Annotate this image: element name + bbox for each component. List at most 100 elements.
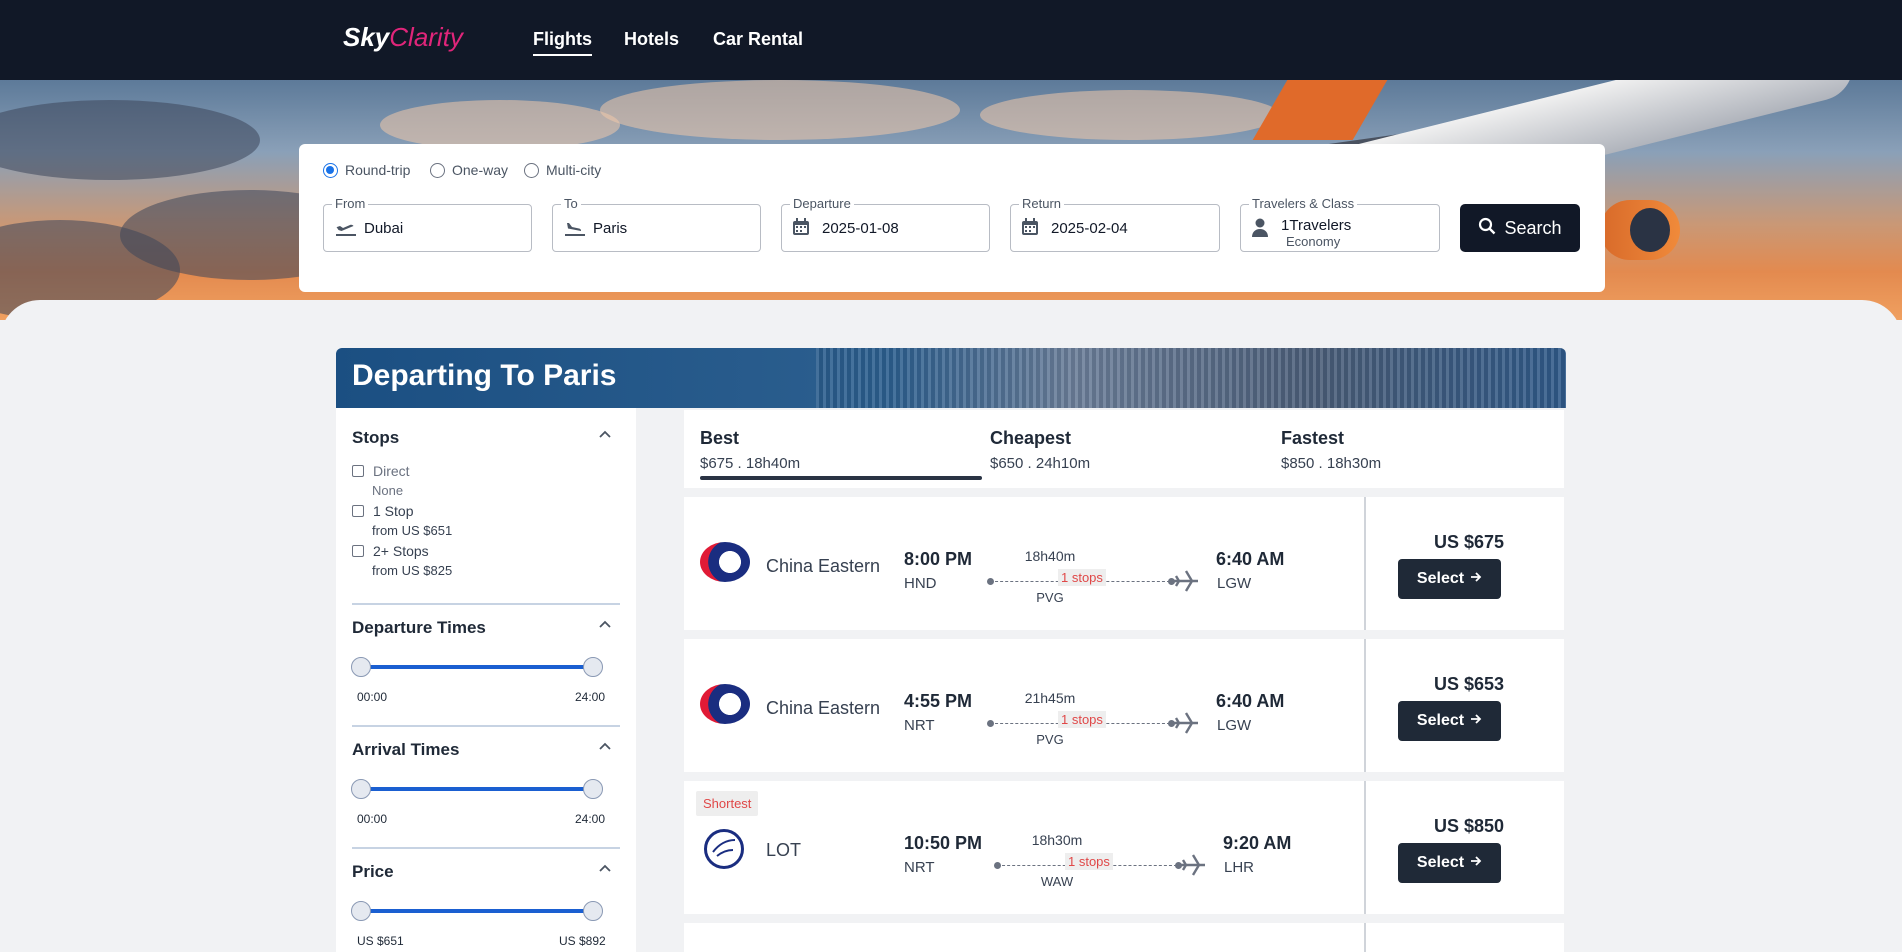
- checkbox-1-stop[interactable]: [352, 505, 364, 517]
- trip-type-round-trip[interactable]: Round-trip: [323, 162, 410, 178]
- nav-link-hotels[interactable]: Hotels: [624, 29, 679, 50]
- layover-airport: PVG: [1036, 732, 1064, 747]
- chevron-up-icon[interactable]: [598, 860, 612, 876]
- arrow-right-icon: [1470, 712, 1482, 730]
- arrival-airport: LGW: [1217, 717, 1252, 734]
- departure-times-title: Departure Times: [352, 618, 486, 637]
- logo-text-clarity: Clarity: [389, 22, 463, 52]
- price-min-label: US $651: [357, 934, 404, 948]
- flight-result-card[interactable]: China Eastern 8:00 PM HND 18h40m 1 stops…: [684, 497, 1564, 630]
- departure-slider-min-handle[interactable]: [351, 657, 371, 677]
- filter-divider: [352, 847, 620, 849]
- from-label: From: [332, 196, 369, 211]
- route-start-dot: [987, 720, 994, 727]
- price-slider-max-handle[interactable]: [583, 901, 603, 921]
- arrival-times-title: Arrival Times: [352, 740, 460, 759]
- flight-result-card-partial[interactable]: [684, 923, 1564, 952]
- plane-icon: [1172, 710, 1200, 740]
- select-flight-button[interactable]: Select: [1398, 843, 1501, 883]
- departure-slider-track[interactable]: [360, 665, 592, 669]
- select-flight-button[interactable]: Select: [1398, 559, 1501, 599]
- checkbox-2-plus[interactable]: [352, 545, 364, 557]
- search-button-label: Search: [1504, 217, 1562, 238]
- flight-result-card[interactable]: China Eastern 4:55 PM NRT 21h45m 1 stops…: [684, 639, 1564, 772]
- chevron-up-icon[interactable]: [598, 738, 612, 754]
- flight-result-card[interactable]: Shortest LOT 10:50 PM NRT 18h30m 1 stops…: [684, 781, 1564, 914]
- departure-airport: NRT: [904, 859, 935, 876]
- arrow-right-icon: [1470, 570, 1482, 588]
- chevron-up-icon[interactable]: [598, 616, 612, 632]
- plane-departure-icon: [334, 218, 356, 238]
- departure-airport: NRT: [904, 717, 935, 734]
- tab-fastest[interactable]: Fastest $850 . 18h30m: [1281, 428, 1381, 472]
- checkbox-direct[interactable]: [352, 465, 364, 477]
- tab-fastest-sub: $850 . 18h30m: [1281, 455, 1382, 472]
- radio-round-trip[interactable]: [323, 162, 338, 178]
- logo-text-sky: Sky: [343, 22, 390, 52]
- to-value: Paris: [593, 220, 628, 237]
- airline-name: LOT: [766, 840, 802, 860]
- arrival-time: 6:40 AM: [1216, 549, 1285, 569]
- departure-date-field[interactable]: Departure 2025-01-08: [781, 196, 990, 252]
- departure-slider-max-handle[interactable]: [583, 657, 603, 677]
- radio-one-way[interactable]: [430, 162, 445, 178]
- departure-value: 2025-01-08: [822, 220, 899, 237]
- flight-duration: 21h45m: [1024, 690, 1076, 706]
- nav-link-flights[interactable]: Flights: [533, 29, 592, 56]
- stops-badge: 1 stops: [1058, 569, 1106, 586]
- flight-duration: 18h40m: [1024, 548, 1076, 564]
- results-title: Departing To Paris: [352, 359, 617, 392]
- airline-name: China Eastern: [766, 698, 881, 718]
- arrival-time: 9:20 AM: [1223, 833, 1292, 853]
- card-divider: [1364, 639, 1366, 772]
- nav-link-car-rental[interactable]: Car Rental: [713, 29, 803, 50]
- arrival-max-label: 24:00: [575, 812, 606, 826]
- select-button-label: Select: [1416, 712, 1465, 729]
- tab-cheapest-sub: $650 . 24h10m: [990, 455, 1091, 472]
- tab-best[interactable]: Best $675 . 18h40m: [700, 428, 800, 472]
- price-slider-track[interactable]: [360, 909, 592, 913]
- departure-airport: HND: [904, 575, 937, 592]
- radio-multi-city[interactable]: [524, 162, 539, 178]
- from-field[interactable]: From Dubai: [323, 196, 532, 252]
- filters-sidebar: Stops Direct None 1 Stop from US $651 2+…: [336, 408, 636, 952]
- 1-stop-label: 1 Stop: [373, 503, 414, 519]
- to-field[interactable]: To Paris: [552, 196, 761, 252]
- travelers-value: 1Travelers: [1281, 217, 1352, 234]
- stops-option-direct[interactable]: Direct: [352, 463, 410, 479]
- round-trip-label: Round-trip: [345, 162, 411, 178]
- tab-cheapest[interactable]: Cheapest $650 . 24h10m: [990, 428, 1090, 472]
- sort-tabs: Best $675 . 18h40m Cheapest $650 . 24h10…: [684, 410, 1564, 488]
- plane-icon: [1179, 852, 1207, 882]
- departure-time: 10:50 PM: [904, 833, 983, 853]
- china-eastern-logo-icon: [700, 542, 750, 582]
- route-start-dot: [994, 862, 1001, 869]
- trip-type-multi-city[interactable]: Multi-city: [524, 162, 601, 178]
- stops-option-2-plus[interactable]: 2+ Stops: [352, 543, 429, 559]
- to-label: To: [561, 196, 581, 211]
- price-slider-min-handle[interactable]: [351, 901, 371, 921]
- arrival-slider-min-handle[interactable]: [351, 779, 371, 799]
- price-filter-title: Price: [352, 862, 394, 881]
- route-start-dot: [987, 578, 994, 585]
- tab-cheapest-name: Cheapest: [990, 428, 1072, 448]
- layover-airport: PVG: [1036, 590, 1064, 605]
- departure-max-label: 24:00: [575, 690, 606, 704]
- arrival-slider-max-handle[interactable]: [583, 779, 603, 799]
- stops-filter-title: Stops: [352, 428, 400, 447]
- stops-badge: 1 stops: [1058, 711, 1106, 728]
- trip-type-one-way[interactable]: One-way: [430, 162, 508, 178]
- stops-option-1-stop[interactable]: 1 Stop: [352, 503, 413, 519]
- travelers-class-field[interactable]: Travelers & Class 1Travelers Economy: [1240, 196, 1440, 252]
- active-tab-indicator: [700, 476, 982, 480]
- filter-divider: [352, 725, 620, 727]
- brand-logo[interactable]: SkyClarity: [343, 22, 463, 53]
- arrival-slider-track[interactable]: [360, 787, 592, 791]
- select-flight-button[interactable]: Select: [1398, 701, 1501, 741]
- search-button[interactable]: Search: [1460, 204, 1580, 252]
- return-date-field[interactable]: Return 2025-02-04: [1010, 196, 1220, 252]
- card-divider: [1364, 923, 1366, 952]
- search-icon: [1478, 217, 1496, 240]
- chevron-up-icon[interactable]: [598, 426, 612, 442]
- return-label: Return: [1019, 196, 1065, 211]
